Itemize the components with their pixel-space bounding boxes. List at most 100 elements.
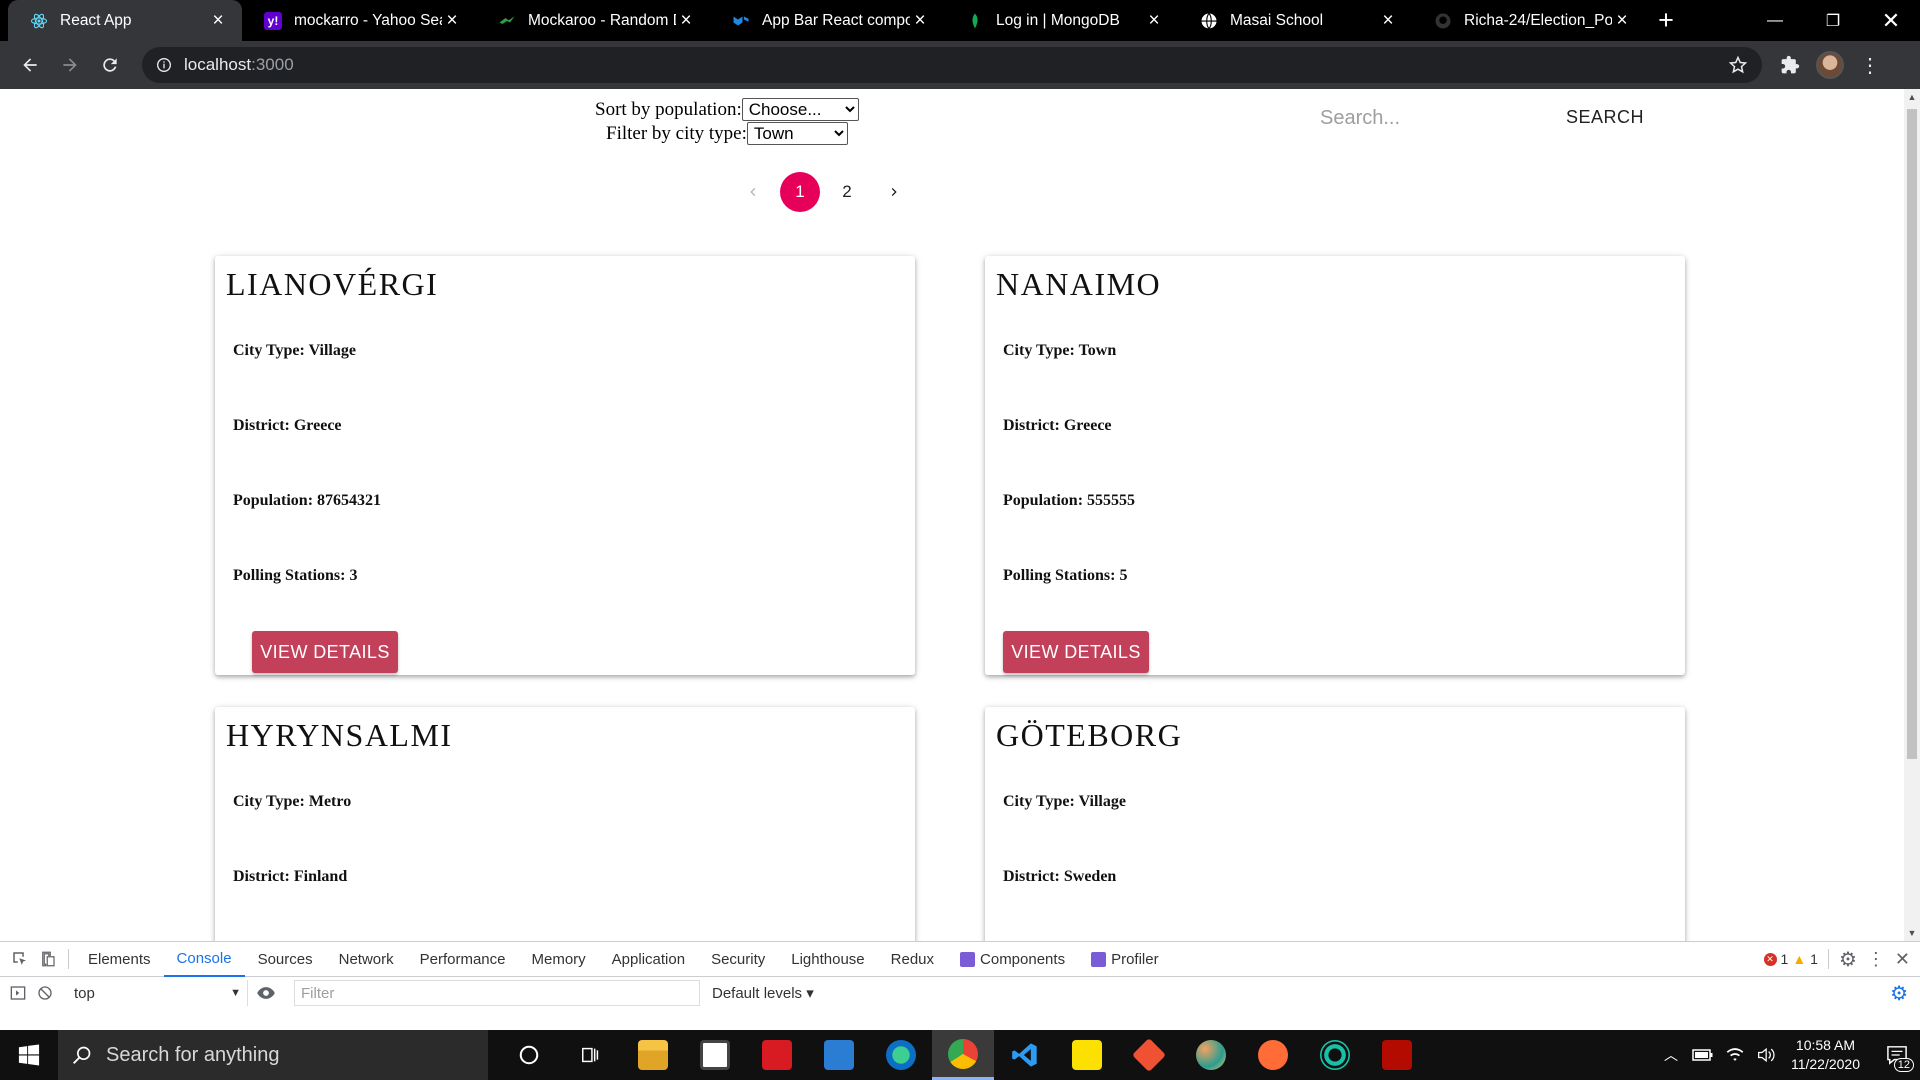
- polling-stations: Polling Stations: 5: [1003, 567, 1128, 584]
- info-icon[interactable]: [156, 57, 172, 73]
- profile-avatar[interactable]: [1810, 45, 1850, 85]
- restore-icon[interactable]: ❐: [1804, 0, 1862, 41]
- polling-stations: Polling Stations: 3: [233, 567, 358, 584]
- wifi-icon[interactable]: [1719, 1030, 1751, 1080]
- context-selector[interactable]: top ▼: [68, 980, 248, 1006]
- scrollbar-thumb[interactable]: [1907, 109, 1917, 759]
- close-icon[interactable]: ×: [208, 10, 228, 31]
- close-icon[interactable]: ×: [1144, 10, 1164, 31]
- browser-toolbar: localhost:3000 ⋮: [0, 41, 1920, 89]
- inspect-element-icon[interactable]: [6, 945, 34, 973]
- minimize-icon[interactable]: —: [1746, 0, 1804, 41]
- edge-icon[interactable]: [870, 1030, 932, 1080]
- notification-center-icon[interactable]: 12: [1874, 1030, 1920, 1080]
- vscode-icon[interactable]: [994, 1030, 1056, 1080]
- close-window-icon[interactable]: ✕: [1862, 0, 1920, 41]
- devtools-tab-profiler[interactable]: Profiler: [1078, 942, 1172, 977]
- battery-icon[interactable]: [1687, 1030, 1719, 1080]
- mail-icon[interactable]: [808, 1030, 870, 1080]
- browser-tab-mockaroo[interactable]: Mockaroo - Random Data ×: [476, 0, 710, 41]
- extensions-puzzle-icon[interactable]: [1770, 45, 1810, 85]
- devtools-tab-application[interactable]: Application: [599, 942, 698, 977]
- devtools-tab-network[interactable]: Network: [326, 942, 407, 977]
- close-icon[interactable]: ×: [442, 10, 462, 31]
- console-settings-gear-icon[interactable]: ⚙: [1890, 981, 1908, 1006]
- react-icon: [30, 12, 48, 30]
- browser-tab-mongodb[interactable]: Log in | MongoDB ×: [944, 0, 1178, 41]
- console-toolbar: top ▼ Default levels ▾ ⚙: [0, 977, 1920, 1009]
- browser-tab-yahoo[interactable]: y! mockarro - Yahoo Search ×: [242, 0, 476, 41]
- devtools-tab-redux[interactable]: Redux: [878, 942, 947, 977]
- back-arrow-icon[interactable]: [10, 45, 50, 85]
- store-icon[interactable]: [684, 1030, 746, 1080]
- taskbar-search-input[interactable]: [106, 1043, 466, 1067]
- devtools-tab-performance[interactable]: Performance: [407, 942, 519, 977]
- postman-icon[interactable]: [1242, 1030, 1304, 1080]
- page-button-1[interactable]: 1: [780, 172, 820, 212]
- browser-tab-react-app[interactable]: React App ×: [8, 0, 242, 41]
- devtools-tab-console[interactable]: Console: [163, 942, 245, 977]
- git-icon[interactable]: [1118, 1030, 1180, 1080]
- devtools-tab-memory[interactable]: Memory: [519, 942, 599, 977]
- windows-start-icon[interactable]: [0, 1030, 58, 1080]
- task-view-icon[interactable]: [560, 1030, 622, 1080]
- address-bar[interactable]: localhost:3000: [142, 47, 1762, 83]
- settings-gear-icon[interactable]: ⚙: [1839, 947, 1857, 972]
- scroll-down-arrow-icon[interactable]: ▼: [1904, 925, 1920, 941]
- view-details-button[interactable]: VIEW DETAILS: [1003, 631, 1149, 673]
- live-expression-eye-icon[interactable]: [248, 983, 284, 1003]
- next-page-chevron-icon[interactable]: [874, 172, 914, 212]
- sort-select[interactable]: Choose...: [741, 98, 859, 121]
- cortana-icon[interactable]: [498, 1030, 560, 1080]
- acrobat-icon[interactable]: [1366, 1030, 1428, 1080]
- browser-tab-masai[interactable]: Masai School ×: [1178, 0, 1412, 41]
- prev-page-chevron-icon[interactable]: [733, 172, 773, 212]
- devtools-tab-elements[interactable]: Elements: [75, 942, 164, 977]
- close-devtools-icon[interactable]: ✕: [1895, 949, 1910, 970]
- taskbar-search[interactable]: [58, 1030, 488, 1080]
- tab-title: Richa-24/Election_Polling: [1464, 11, 1612, 29]
- windows-taskbar: ︿ 10:58 AM 11/22/2020 12: [0, 1030, 1920, 1080]
- bookmark-star-icon[interactable]: [1728, 55, 1748, 75]
- paint-icon[interactable]: [1180, 1030, 1242, 1080]
- devtools-tab-security[interactable]: Security: [698, 942, 778, 977]
- gift-app-icon[interactable]: [746, 1030, 808, 1080]
- devtools-tab-lighthouse[interactable]: Lighthouse: [778, 942, 877, 977]
- close-icon[interactable]: ×: [910, 10, 930, 31]
- page-button-2[interactable]: 2: [827, 172, 867, 212]
- devtools-tab-components[interactable]: Components: [947, 942, 1078, 977]
- devtools-tab-sources[interactable]: Sources: [245, 942, 326, 977]
- sticky-notes-icon[interactable]: [1056, 1030, 1118, 1080]
- device-toolbar-icon[interactable]: [34, 945, 62, 973]
- city-name: NANAIMO: [996, 266, 1162, 302]
- reload-icon[interactable]: [90, 45, 130, 85]
- issues-counter[interactable]: ✕ 1 ▲ 1: [1763, 951, 1818, 967]
- city-type-select[interactable]: Town: [746, 122, 848, 145]
- view-details-button[interactable]: VIEW DETAILS: [252, 631, 398, 673]
- tray-chevron-up-icon[interactable]: ︿: [1655, 1030, 1687, 1080]
- volume-icon[interactable]: [1751, 1030, 1783, 1080]
- browser-tab-mui[interactable]: App Bar React component ×: [710, 0, 944, 41]
- log-levels-dropdown[interactable]: Default levels ▾: [712, 984, 814, 1002]
- scroll-up-arrow-icon[interactable]: ▲: [1904, 89, 1920, 105]
- clear-console-icon[interactable]: [30, 985, 60, 1001]
- chrome-icon[interactable]: [932, 1030, 994, 1080]
- new-tab-icon[interactable]: +: [1646, 0, 1686, 41]
- search-input[interactable]: [1320, 101, 1520, 135]
- show-sidebar-icon[interactable]: [6, 985, 30, 1001]
- console-filter-input[interactable]: [294, 980, 700, 1006]
- browser-tab-github[interactable]: Richa-24/Election_Polling ×: [1412, 0, 1646, 41]
- kebab-menu-icon[interactable]: ⋮: [1850, 45, 1890, 85]
- close-icon[interactable]: ×: [1378, 10, 1398, 31]
- devtools-menu-icon[interactable]: ⋮: [1867, 949, 1885, 970]
- close-icon[interactable]: ×: [1612, 10, 1632, 31]
- city-card: HYRYNSALMI City Type: Metro District: Fi…: [215, 707, 915, 941]
- vertical-scrollbar[interactable]: ▲ ▼: [1904, 89, 1920, 941]
- district: District: Greece: [1003, 417, 1112, 434]
- file-explorer-icon[interactable]: [622, 1030, 684, 1080]
- close-icon[interactable]: ×: [676, 10, 696, 31]
- forward-arrow-icon[interactable]: [50, 45, 90, 85]
- search-button[interactable]: SEARCH: [1566, 107, 1644, 128]
- taskbar-clock[interactable]: 10:58 AM 11/22/2020: [1791, 1036, 1860, 1074]
- gitkraken-icon[interactable]: [1304, 1030, 1366, 1080]
